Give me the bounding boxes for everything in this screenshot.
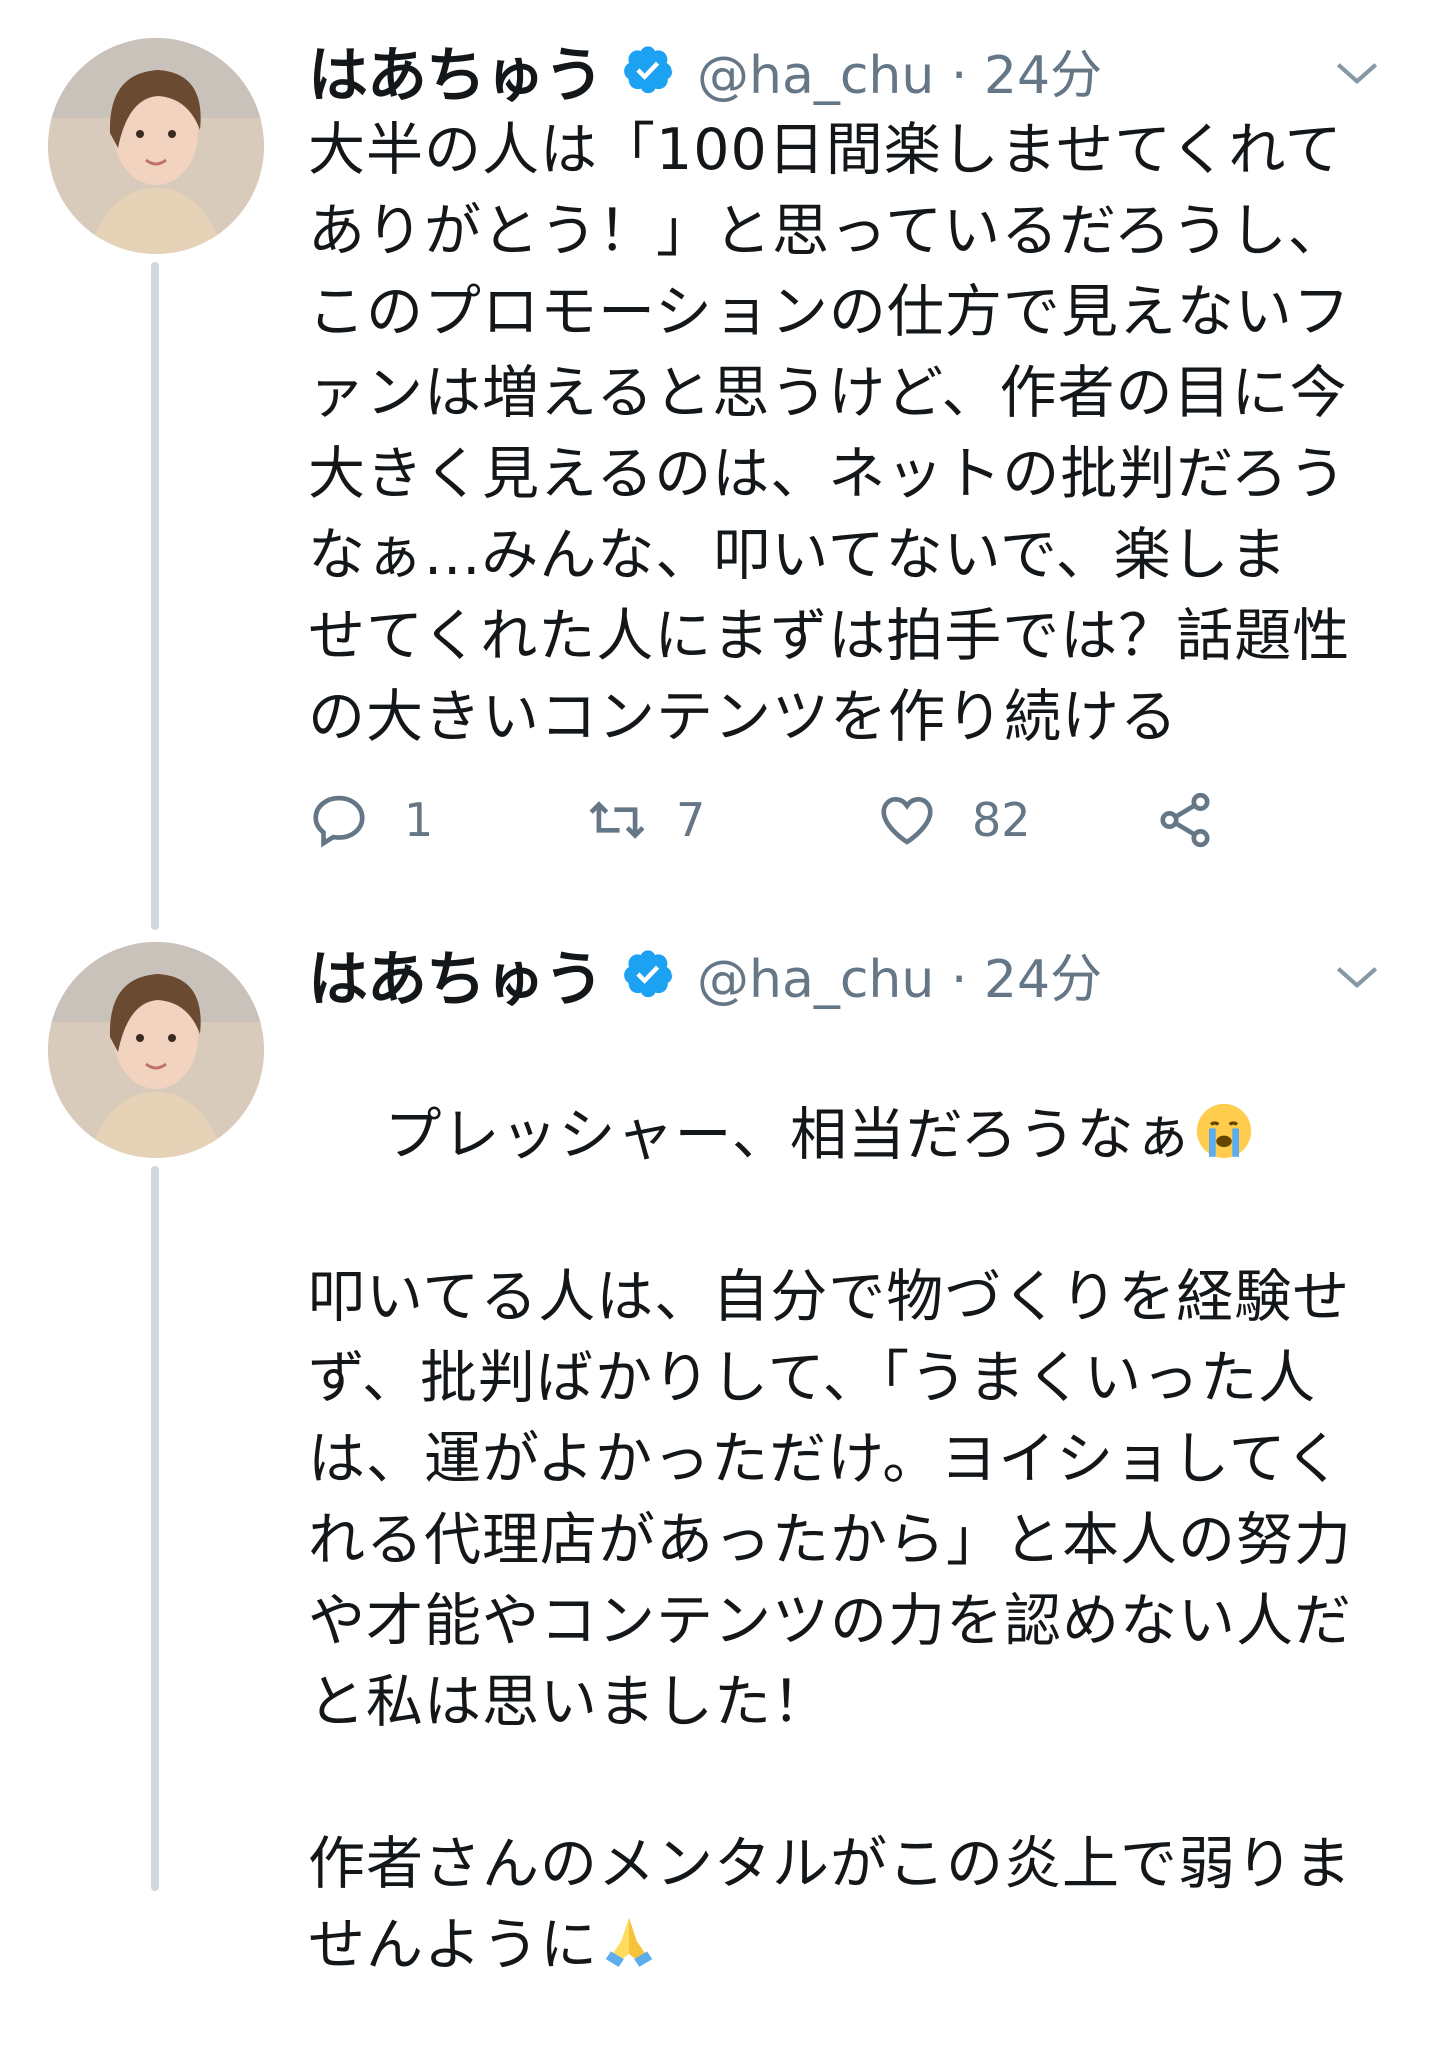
tweet-actions: 1 7 82 [308, 780, 1268, 860]
avatar[interactable] [48, 38, 264, 254]
share-button[interactable] [1154, 780, 1216, 860]
tweet-header: はあちゅう @ha_chu · 24分 [308, 934, 1102, 1015]
display-name[interactable]: はあちゅう [308, 27, 604, 114]
retweet-button[interactable]: 7 [586, 780, 705, 860]
like-icon [881, 797, 933, 845]
retweet-icon [589, 801, 645, 839]
verified-badge-icon [624, 950, 673, 998]
tweet-2[interactable]: はあちゅう @ha_chu · 24分 プレッシャー、相当だろうなぁ 叩いてる人… [0, 930, 1438, 1978]
reply-count: 1 [404, 793, 434, 847]
like-count: 82 [972, 793, 1031, 847]
handle-and-time[interactable]: @ha_chu · 24分 [697, 937, 1102, 1012]
avatar[interactable] [48, 942, 264, 1158]
folded-hands-emoji [605, 1917, 653, 1967]
reply-icon [313, 795, 365, 848]
share-icon [1160, 792, 1210, 848]
verified-badge-icon [624, 46, 673, 94]
handle-and-time[interactable]: @ha_chu · 24分 [697, 33, 1102, 108]
thread-line [151, 262, 159, 930]
reply-button[interactable]: 1 [308, 780, 433, 860]
like-button[interactable]: 82 [876, 780, 1031, 860]
display-name[interactable]: はあちゅう [308, 931, 604, 1018]
tweet-text-rest: 叩いてる人は、自分で物づくりを経験せ ず、批判ばかりして、「うまくいった人 は、… [308, 1264, 1352, 1978]
thread-line [151, 1166, 159, 1891]
caret-down-icon[interactable] [1332, 48, 1382, 98]
crying-face-emoji [1196, 1103, 1251, 1159]
caret-down-icon[interactable] [1332, 952, 1382, 1002]
tweet-text: プレッシャー、相当だろうなぁ 叩いてる人は、自分で物づくりを経験せ ず、批判ばか… [308, 1014, 1408, 2067]
tweet-text: 大半の人は「100日間楽しませてくれて ありがとう！」と思っているだろうし、 こ… [308, 117, 1351, 750]
tweet-header: はあちゅう @ha_chu · 24分 [308, 30, 1102, 111]
tweet-text-line1: プレッシャー、相当だろうなぁ [384, 1102, 1193, 1168]
retweet-count: 7 [676, 793, 706, 847]
tweet-1[interactable]: はあちゅう @ha_chu · 24分 大半の人は「100日間楽しませてくれて … [0, 0, 1438, 930]
